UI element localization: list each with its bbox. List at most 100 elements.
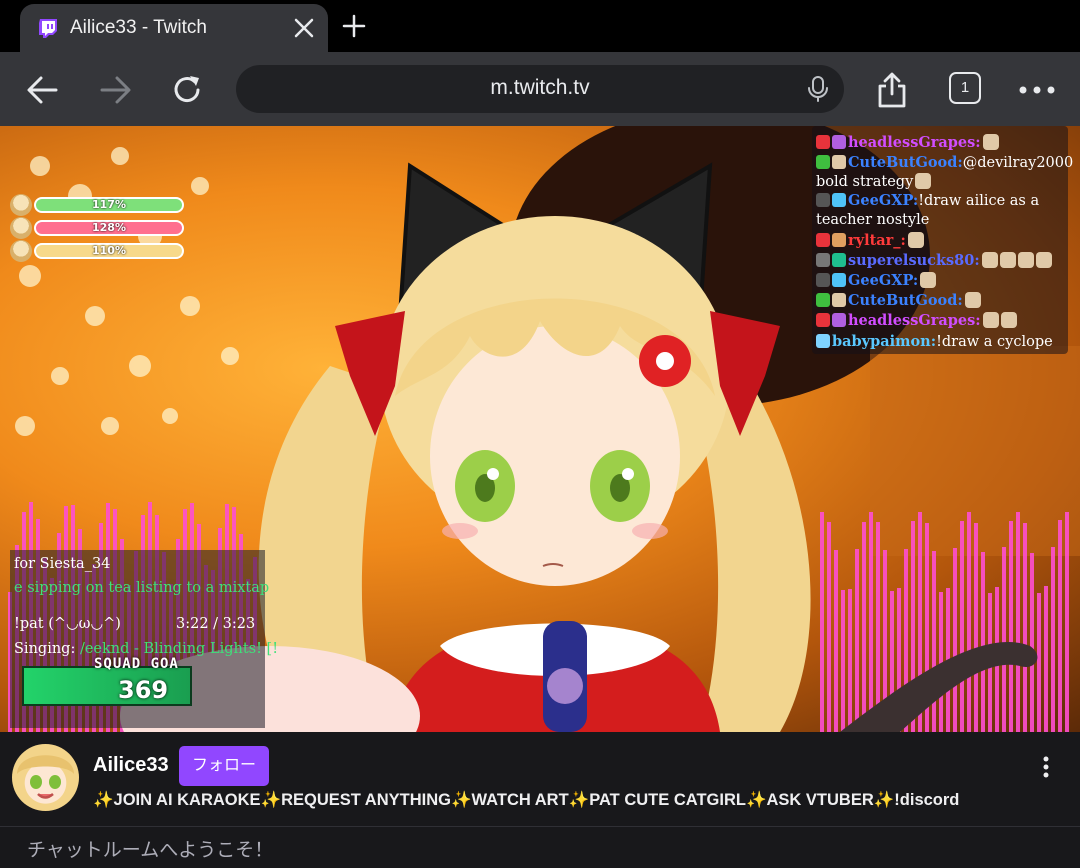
singing-label: Singing: — [14, 641, 76, 657]
chat-line: headlessGrapes: — [816, 134, 999, 152]
visualizer-bar — [834, 550, 838, 732]
reload-icon — [174, 76, 200, 103]
share-button[interactable] — [872, 70, 912, 110]
reload-button[interactable] — [168, 70, 208, 110]
chat-message: !draw ailice as a — [918, 193, 1040, 209]
visualizer-bar — [841, 590, 845, 732]
song-time: 3:22 / 3:23 — [176, 616, 256, 632]
visualizer-bar — [1037, 593, 1041, 732]
chat-line: headlessGrapes: — [816, 312, 1017, 330]
snowflake-badge-icon — [832, 273, 846, 287]
chat-room[interactable]: チャットルームへようこそ！ — [0, 826, 1080, 868]
chat-username: ryltar_: — [848, 232, 906, 249]
badge-icon — [832, 253, 846, 267]
chat-message: bold strategy — [816, 174, 914, 190]
follow-button[interactable]: フォロー — [179, 746, 269, 786]
channel-info: Ailice33 フォロー ✨JOIN AI KARAOKE✨REQUEST A… — [0, 732, 1080, 826]
plus-icon[interactable] — [340, 12, 368, 40]
visualizer-bar — [1030, 553, 1034, 732]
emote-icon — [907, 232, 924, 248]
visualizer-bar — [848, 589, 852, 732]
visualizer-bar — [967, 512, 971, 732]
emote-icon — [964, 292, 981, 308]
avatar-face-icon — [17, 755, 74, 799]
chat-username: GeeGXP: — [848, 192, 919, 209]
emote-icon — [999, 252, 1016, 268]
visualizer-bar — [862, 522, 866, 732]
gift-badge-icon — [832, 313, 846, 327]
chat-message: teacher nostyle — [816, 212, 930, 228]
close-icon[interactable] — [290, 14, 318, 42]
emote-icon — [915, 173, 932, 189]
visualizer-bar — [1002, 547, 1006, 732]
visualizer-bar — [1058, 520, 1062, 732]
chat-line: superelsucks80: — [816, 252, 1052, 270]
squad-goal-bar: SQUAD GOA 369 — [22, 656, 192, 706]
channel-name[interactable]: Ailice33 — [93, 754, 169, 777]
menu-button[interactable] — [1017, 70, 1057, 110]
emote-icon — [1035, 252, 1052, 268]
visualizer-bar — [960, 521, 964, 732]
badge-icon — [816, 313, 830, 327]
gift-badge-icon — [832, 135, 846, 149]
visualizer-bar — [855, 549, 859, 732]
twitch-favicon-icon — [39, 19, 57, 38]
chat-username: headlessGrapes: — [848, 312, 981, 329]
emote-icon — [1017, 252, 1034, 268]
badge-icon — [832, 293, 846, 307]
emote-icon — [1000, 312, 1017, 328]
url-text[interactable]: m.twitch.tv — [236, 76, 844, 100]
share-icon — [878, 72, 906, 108]
visualizer-bar — [981, 552, 985, 732]
stream-video[interactable]: 117% 128% 110% headlessGrapes: CuteButGo… — [0, 126, 1080, 732]
channel-avatar[interactable] — [12, 744, 79, 811]
emote-icon — [982, 134, 999, 150]
hp-row: 110% — [10, 240, 184, 262]
chat-welcome-text: チャットルームへようこそ！ — [27, 839, 274, 861]
snowflake-badge-icon — [832, 193, 846, 207]
squad-goal-value: 369 — [118, 676, 169, 704]
forward-button[interactable] — [96, 70, 136, 110]
hp-row: 117% — [10, 194, 184, 216]
emote-icon — [982, 312, 999, 328]
stream-title: ✨JOIN AI KARAOKE✨REQUEST ANYTHING✨WATCH … — [93, 791, 960, 809]
chat-line: GeeGXP: — [816, 272, 937, 290]
mic-icon[interactable] — [806, 75, 830, 103]
tab-count-button[interactable]: 1 — [949, 72, 981, 104]
forward-icon — [100, 76, 131, 104]
browser-toolbar: m.twitch.tv 1 — [0, 52, 1080, 126]
chat-username: CuteButGood: — [848, 154, 963, 171]
tab-title: Ailice33 - Twitch — [70, 17, 207, 38]
badge-icon — [816, 253, 830, 267]
address-bar[interactable]: m.twitch.tv — [236, 65, 844, 113]
visualizer-bar — [932, 551, 936, 732]
song-description: e sipping on tea listing to a mixtap — [14, 580, 270, 596]
visualizer-bar — [974, 523, 978, 732]
hp-avatar-icon — [10, 217, 32, 239]
hp-bar: 117% — [34, 197, 184, 213]
visualizer-bar — [939, 592, 943, 732]
hp-row: 128% — [10, 217, 184, 239]
chat-username: GeeGXP: — [848, 272, 919, 289]
chat-line: CuteButGood:@devilray2000 — [816, 154, 1073, 172]
browser-tab[interactable]: Ailice33 - Twitch — [20, 4, 328, 52]
visualizer-bar — [1016, 512, 1020, 732]
visualizer-bar — [869, 512, 873, 732]
squad-goal-label: SQUAD GOA — [94, 656, 179, 672]
chat-line: ryltar_: — [816, 232, 924, 250]
chat-line: GeeGXP:!draw ailice as a — [816, 192, 1039, 210]
chat-username: CuteButGood: — [848, 292, 963, 309]
singing-line: Singing: /eeknd - Blinding Lights! [! — [14, 641, 278, 657]
hp-bar: 110% — [34, 243, 184, 259]
back-button[interactable] — [22, 70, 62, 110]
emote-icon — [920, 272, 937, 288]
song-panel: for Siesta_34 e sipping on tea listing t… — [10, 550, 278, 728]
visualizer-bar — [827, 522, 831, 732]
more-options-icon[interactable] — [1036, 754, 1056, 780]
visualizer-bar — [820, 512, 824, 732]
chat-message: !draw a cyclope — [936, 334, 1053, 350]
badge-icon — [816, 135, 830, 149]
visualizer-bar — [1009, 521, 1013, 732]
badge-icon — [832, 233, 846, 247]
visualizer-bar — [953, 548, 957, 732]
